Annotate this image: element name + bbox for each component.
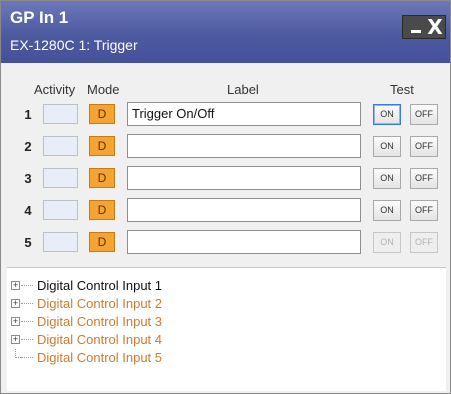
tree-item-label: Digital Control Input 5	[37, 350, 163, 365]
mode-button[interactable]: D	[89, 232, 115, 252]
title-bar[interactable]: GP In 1 EX-1280C 1: Trigger X	[1, 1, 450, 63]
tree-connector	[21, 339, 33, 340]
test-on-button[interactable]: ON	[373, 104, 401, 125]
test-on-button[interactable]: ON	[373, 200, 401, 221]
label-field[interactable]: Trigger On/Off	[127, 102, 361, 126]
tree-connector	[21, 321, 33, 322]
activity-indicator	[43, 200, 78, 220]
mode-button[interactable]: D	[89, 168, 115, 188]
tree-item-label: Digital Control Input 3	[37, 314, 163, 329]
control-input-tree[interactable]: + Digital Control Input 1 + Digital Cont…	[7, 267, 446, 391]
label-field[interactable]	[127, 230, 361, 254]
close-icon[interactable]: X	[426, 16, 444, 38]
expand-icon[interactable]: +	[11, 281, 20, 290]
label-field[interactable]	[127, 198, 361, 222]
row-number: 4	[24, 203, 32, 218]
label-field[interactable]	[127, 166, 361, 190]
expand-icon[interactable]: +	[11, 317, 20, 326]
window-title: GP In 1	[10, 8, 69, 27]
mode-button[interactable]: D	[89, 200, 115, 220]
activity-indicator	[43, 104, 78, 124]
expand-icon[interactable]: +	[11, 299, 20, 308]
minimize-icon[interactable]	[411, 30, 421, 33]
test-off-button[interactable]: OFF	[410, 104, 438, 125]
test-off-button[interactable]: OFF	[410, 200, 438, 221]
activity-indicator	[43, 136, 78, 156]
expand-icon[interactable]: +	[11, 335, 20, 344]
tree-item-label: Digital Control Input 1	[37, 278, 163, 293]
label-header: Label	[227, 82, 259, 97]
activity-indicator	[43, 232, 78, 252]
row-number: 2	[24, 139, 32, 154]
gp-in-window: GP In 1 EX-1280C 1: Trigger X Activity M…	[0, 0, 451, 394]
tree-item-label: Digital Control Input 4	[37, 332, 163, 347]
tree-connector	[21, 303, 33, 304]
test-on-button[interactable]: ON	[373, 136, 401, 157]
mode-header: Mode	[87, 82, 120, 97]
test-on-button[interactable]: ON	[373, 168, 401, 189]
label-field[interactable]	[127, 134, 361, 158]
mode-button[interactable]: D	[89, 136, 115, 156]
test-off-button[interactable]: OFF	[410, 136, 438, 157]
mode-button[interactable]: D	[89, 104, 115, 124]
test-header: Test	[390, 82, 414, 97]
row-number: 3	[24, 171, 32, 186]
test-off-button[interactable]: OFF	[410, 168, 438, 189]
tree-connector	[21, 357, 33, 358]
tree-connector	[21, 285, 33, 286]
test-off-button[interactable]: OFF	[410, 232, 438, 253]
activity-header: Activity	[34, 82, 76, 97]
test-on-button[interactable]: ON	[373, 232, 401, 253]
row-number: 5	[24, 235, 32, 250]
row-number: 1	[24, 107, 32, 122]
window-controls: X	[402, 15, 446, 39]
activity-indicator	[43, 168, 78, 188]
tree-item-label: Digital Control Input 2	[37, 296, 163, 311]
window-subtitle: EX-1280C 1: Trigger	[10, 37, 138, 53]
